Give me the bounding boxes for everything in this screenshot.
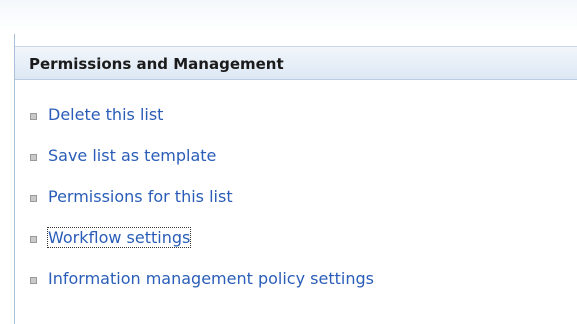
section-title: Permissions and Management bbox=[29, 55, 284, 73]
permissions-link[interactable]: Permissions for this list bbox=[48, 187, 233, 206]
information-policy-settings-link[interactable]: Information management policy settings bbox=[48, 269, 374, 288]
save-as-template-link[interactable]: Save list as template bbox=[48, 146, 216, 165]
bullet-icon bbox=[30, 113, 37, 120]
section-header: Permissions and Management bbox=[15, 46, 577, 80]
permissions-management-panel: Permissions and Management Delete this l… bbox=[14, 34, 577, 324]
bullet-icon bbox=[30, 277, 37, 284]
bullet-icon bbox=[30, 236, 37, 243]
workflow-settings-link[interactable]: Workflow settings bbox=[46, 227, 192, 248]
bullet-icon bbox=[30, 154, 37, 161]
delete-list-link[interactable]: Delete this list bbox=[48, 105, 163, 124]
bullet-icon bbox=[30, 195, 37, 202]
top-gradient-band bbox=[0, 0, 577, 34]
